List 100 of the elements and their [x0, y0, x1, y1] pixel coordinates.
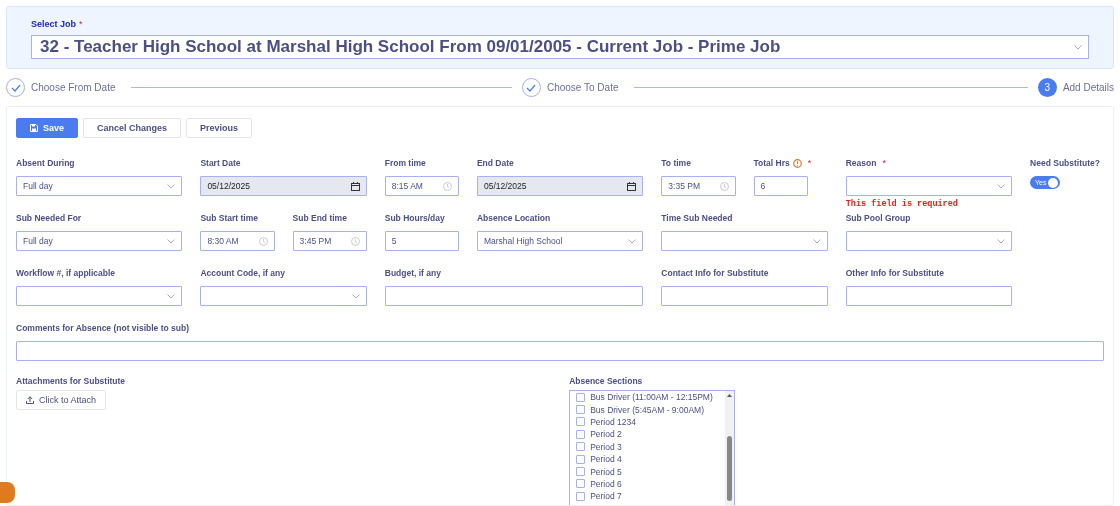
select-field[interactable] [845, 176, 1013, 196]
select-field[interactable]: Full day [16, 176, 183, 196]
select-field[interactable] [845, 231, 1013, 251]
field-value: Marshal High School [483, 236, 563, 246]
feedback-tab[interactable] [0, 482, 15, 503]
checkbox[interactable] [576, 454, 586, 464]
chevron-down-icon [1074, 44, 1082, 50]
select-field[interactable]: Marshal High School [476, 231, 644, 251]
field-label: Contact Info for Substitute [661, 268, 769, 278]
chevron-down-icon [997, 183, 1006, 189]
field-label: Sub Hours/day [384, 213, 445, 223]
field-label: Account Code, if any [200, 268, 285, 278]
required-mark: * [79, 19, 83, 29]
field-label: From time [384, 158, 426, 168]
section-label: Bus Driver (5:45AM - 9:00AM) [590, 404, 704, 415]
step-label: Choose From Date [31, 82, 116, 93]
field-label: Absent During [16, 158, 75, 168]
time-field[interactable]: 3:35 PM [661, 176, 736, 196]
input-field[interactable] [845, 286, 1013, 306]
field-value: Full day [23, 236, 53, 246]
field-label: Sub Needed For [16, 213, 82, 223]
checkbox[interactable] [576, 429, 586, 439]
section-label: Bus Driver (11:00AM - 12:15PM) [590, 392, 713, 403]
input-field[interactable] [661, 286, 828, 306]
checkbox[interactable] [576, 467, 586, 477]
time-field[interactable]: 8:30 AM [200, 231, 275, 251]
section-label: Period 5 [590, 466, 622, 477]
section-label: Period 4 [590, 454, 622, 465]
input-field[interactable]: 5 [384, 231, 459, 251]
checkbox[interactable] [576, 405, 586, 415]
field-value: 05/12/2025 [207, 181, 250, 191]
checkbox[interactable] [576, 491, 586, 501]
clock-icon [719, 181, 729, 191]
chevron-down-icon [167, 293, 176, 299]
field-value: 3:35 PM [668, 181, 700, 191]
job-select[interactable]: 32 - Teacher High School at Marshal High School From 09/01/2005 - Current Job - Prime Job [31, 35, 1089, 59]
calendar-icon [350, 181, 360, 191]
step-label: Choose To Date [546, 82, 619, 93]
clock-icon [258, 236, 268, 246]
save-button[interactable]: Save [16, 118, 79, 138]
chevron-down-icon [351, 293, 360, 299]
form-button[interactable]: Previous [186, 118, 253, 138]
field-label: Absence Location [476, 213, 551, 223]
field-label: Attachments for Substitute [16, 376, 126, 386]
checkbox[interactable] [576, 417, 586, 427]
select-field[interactable] [661, 231, 828, 251]
field-label: Total Hrs [753, 158, 790, 168]
field-value: 6 [760, 181, 766, 191]
checkbox[interactable] [576, 442, 586, 452]
field-label: Other Info for Substitute [845, 268, 944, 278]
checkbox[interactable] [576, 479, 586, 489]
section-label: Period 7 [590, 491, 622, 502]
time-field[interactable]: 3:45 PM [292, 231, 367, 251]
section-label: Period 6 [590, 478, 622, 489]
field-label: Workflow #, if applicable [16, 268, 116, 278]
form-button[interactable]: Cancel Changes [83, 118, 182, 138]
required-mark: * [882, 158, 886, 168]
input-field[interactable] [384, 286, 644, 306]
error-message: This field is required [845, 199, 958, 209]
chevron-down-icon [997, 238, 1006, 244]
input-field[interactable]: 6 [753, 176, 808, 196]
chevron-down-icon [167, 183, 176, 189]
field-label: Sub Start time [200, 213, 258, 223]
field-label: Need Substitute? [1030, 158, 1100, 168]
attach-button[interactable]: Click to Attach [16, 390, 107, 410]
field-label: Start Date [200, 158, 241, 168]
chevron-down-icon [167, 238, 176, 244]
step-number: 3 [1037, 78, 1057, 97]
field-value: 8:30 AM [207, 236, 239, 246]
upload-icon [26, 396, 34, 404]
select-field[interactable] [200, 286, 367, 306]
field-value: 3:45 PM [299, 236, 332, 246]
field-value: 5 [391, 236, 397, 246]
field-value: 05/12/2025 [483, 181, 527, 191]
chevron-down-icon [812, 238, 821, 244]
field-label: To time [661, 158, 691, 168]
field-label: Select Job [31, 19, 77, 29]
select-field[interactable]: Full day [16, 231, 183, 251]
input-field[interactable] [16, 341, 1105, 361]
checkbox[interactable] [576, 392, 586, 402]
scroll-up-icon[interactable] [725, 391, 735, 399]
section-label: Period 2 [590, 429, 622, 440]
time-field[interactable]: 8:15 AM [384, 176, 459, 196]
field-value: 8:15 AM [391, 181, 423, 191]
scrollbar[interactable] [725, 391, 735, 505]
field-label: Sub Pool Group [845, 213, 911, 223]
calendar-icon [627, 181, 637, 191]
field-label: Time Sub Needed [661, 213, 733, 223]
chevron-down-icon [628, 238, 637, 244]
step-label: Add Details [1062, 82, 1114, 93]
select-field[interactable] [16, 286, 183, 306]
field-label: Absence Sections [569, 376, 643, 386]
clock-icon [442, 181, 452, 191]
field-value: Full day [23, 181, 53, 191]
clock-icon [350, 236, 360, 246]
field-label: Comments for Absence (not visible to sub) [16, 323, 189, 333]
section-label: Period 1234 [590, 416, 636, 427]
field-label: Budget, if any [384, 268, 441, 278]
field-label: Sub End time [292, 213, 347, 223]
field-label: End Date [476, 158, 514, 168]
